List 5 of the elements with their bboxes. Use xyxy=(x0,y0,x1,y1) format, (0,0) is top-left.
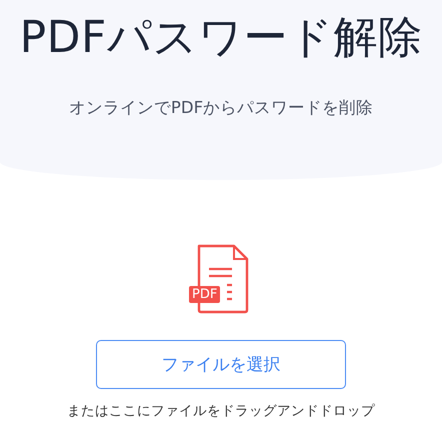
drop-hint: またはここにファイルをドラッグアンドドロップ xyxy=(67,402,375,420)
page-title: PDFパスワード解除 xyxy=(20,11,422,65)
pdf-badge: PDF xyxy=(189,286,220,303)
select-file-button[interactable]: ファイルを選択 xyxy=(96,340,346,389)
page-subtitle: オンラインでPDFからパスワードを削除 xyxy=(68,97,374,119)
